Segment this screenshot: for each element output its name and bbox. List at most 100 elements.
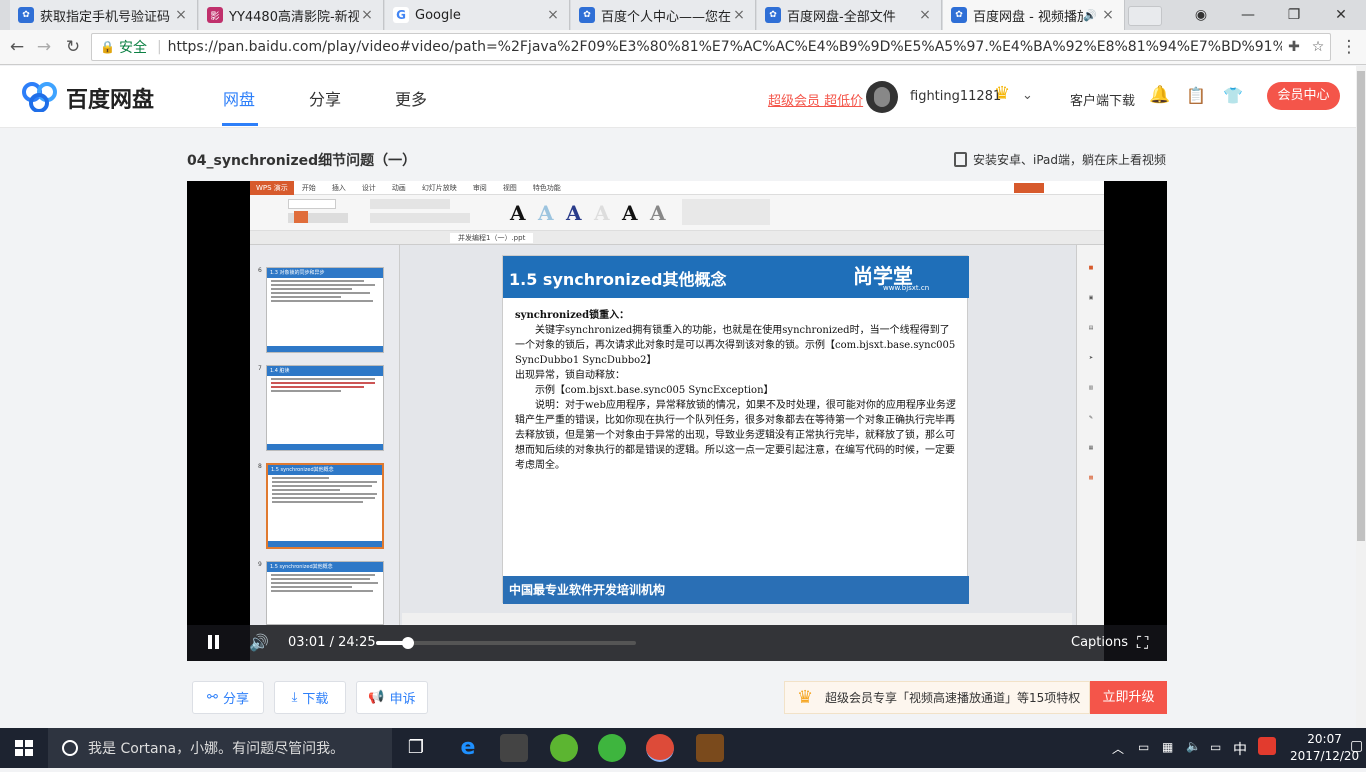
audio-playing-icon[interactable]: 🔊: [1083, 9, 1097, 22]
app-icon[interactable]: [550, 734, 578, 762]
duration: 24:25: [338, 635, 376, 650]
close-window-button[interactable]: ✕: [1318, 0, 1364, 30]
vip-promo-bar: ♛ 超级会员专享「视频高速播放通道」等15项特权: [784, 681, 1090, 714]
pause-button[interactable]: [205, 635, 221, 651]
crown-icon: ♛: [797, 687, 814, 708]
mobile-hint[interactable]: 安装安卓、iPad端，躺在床上看视频: [954, 151, 1166, 168]
site-header: 百度网盘 网盘 分享 更多 超级会员 超低价 fighting11281 ♛ ⌄…: [0, 66, 1356, 128]
profile-icon[interactable]: ◉: [1178, 0, 1224, 30]
slide-thumbnail-pane: 6 1.3 对象锁的同步和异步 7 1.4 脏读 8 1.5 synchroni…: [250, 245, 400, 625]
nav-active-indicator: [222, 123, 258, 126]
wps-title-bar: WPS 演示 开始 插入 设计 动画 幻灯片放映 审阅 视图 特色功能: [250, 181, 1104, 195]
browser-tab[interactable]: 影 YY4480高清影院-新视 ×: [199, 0, 384, 30]
close-icon[interactable]: ×: [1100, 7, 1116, 23]
chevron-down-icon[interactable]: ⌄: [1022, 88, 1033, 103]
vip-promo-link[interactable]: 超级会员 超低价: [768, 90, 863, 109]
back-icon[interactable]: ←: [4, 34, 30, 60]
close-icon[interactable]: ×: [917, 7, 933, 23]
url-text[interactable]: https://pan.baidu.com/play/video#video/p…: [168, 39, 1282, 55]
store-icon[interactable]: [500, 734, 528, 762]
username[interactable]: fighting11281: [910, 89, 1001, 104]
scrollbar-thumb[interactable]: [1357, 71, 1365, 541]
nav-share[interactable]: 分享: [309, 86, 341, 110]
video-controls: 🔊 03:01 / 24:25 Captions ⛶: [187, 625, 1167, 661]
browser-tab[interactable]: ✿ 百度个人中心——您在 ×: [571, 0, 756, 30]
shirt-icon[interactable]: 👕: [1223, 86, 1243, 105]
client-download-link[interactable]: 客户端下载: [1070, 90, 1135, 109]
network-icon[interactable]: ▭: [1138, 740, 1149, 754]
bell-icon[interactable]: 🔔: [1149, 85, 1170, 105]
vip-center-button[interactable]: 会员中心: [1267, 82, 1340, 110]
sogou-icon[interactable]: [1258, 737, 1276, 755]
baidu-paw-icon: ✿: [579, 7, 595, 23]
restore-button[interactable]: ❐: [1271, 0, 1317, 30]
captions-button[interactable]: Captions: [1071, 635, 1128, 650]
minimize-button[interactable]: —: [1225, 0, 1271, 30]
task-view-icon[interactable]: ❐: [402, 734, 430, 762]
reload-icon[interactable]: ↻: [60, 34, 86, 60]
nav-netdisk[interactable]: 网盘: [223, 86, 255, 110]
browser-tab-active[interactable]: ✿ 百度网盘 - 视频播放 🔊 ×: [943, 0, 1125, 30]
menu-icon[interactable]: ⋮: [1336, 34, 1362, 60]
video-player[interactable]: WPS 演示 开始 插入 设计 动画 幻灯片放映 审阅 视图 特色功能 A A …: [187, 181, 1167, 661]
slide-body: synchronized锁重入： 关键字synchronized拥有锁重入的功能…: [515, 310, 956, 471]
ime-indicator[interactable]: 中: [1233, 739, 1247, 759]
video-frame: WPS 演示 开始 插入 设计 动画 幻灯片放映 审阅 视图 特色功能 A A …: [250, 181, 1104, 661]
browser-tab[interactable]: G Google ×: [385, 0, 570, 30]
progress-bar[interactable]: [376, 637, 636, 649]
volume-icon[interactable]: 🔊: [249, 633, 269, 652]
chrome-icon[interactable]: [646, 734, 674, 762]
logo-text[interactable]: 百度网盘: [66, 82, 154, 114]
extension-icon[interactable]: ✚: [1282, 39, 1306, 55]
browser-tab[interactable]: ✿ 获取指定手机号验证码 ×: [10, 0, 198, 30]
bookmark-star-icon[interactable]: ☆: [1306, 39, 1330, 55]
slide-canvas: 1.5 synchronized其他概念 尚学堂 www.bjsxt.cn sy…: [502, 255, 969, 604]
browser-tab[interactable]: ✿ 百度网盘-全部文件 ×: [757, 0, 942, 30]
clipboard-icon[interactable]: 📋: [1186, 86, 1206, 105]
yy-icon: 影: [207, 7, 223, 23]
phone-icon: [954, 152, 967, 167]
tray-chevron-icon[interactable]: ︿: [1112, 740, 1124, 757]
baidu-netdisk-icon: ✿: [951, 7, 967, 23]
slide-logo-url: www.bjsxt.cn: [883, 284, 930, 292]
fullscreen-icon[interactable]: ⛶: [1137, 633, 1148, 653]
edge-icon[interactable]: e: [454, 734, 482, 762]
close-icon[interactable]: ×: [731, 7, 747, 23]
time-display: 03:01 / 24:25: [288, 635, 376, 650]
address-bar-row: ← → ↻ 🔒 安全 | https://pan.baidu.com/play/…: [0, 30, 1366, 65]
slide-thumb-selected: 1.5 synchronized其他概念: [266, 463, 384, 549]
close-icon[interactable]: ×: [359, 7, 375, 23]
slide-thumb: 1.3 对象锁的同步和异步: [266, 267, 384, 353]
keyboard-icon[interactable]: ▦: [1162, 740, 1173, 754]
wechat-icon[interactable]: [598, 734, 626, 762]
cortana-search-box[interactable]: 我是 Cortana，小娜。有问题尽管问我。: [48, 728, 392, 768]
slide-thumb: 1.4 脏读: [266, 365, 384, 451]
clock[interactable]: 20:07 2017/12/20: [1290, 731, 1359, 765]
new-tab-button[interactable]: [1128, 6, 1162, 26]
windows-taskbar: 我是 Cortana，小娜。有问题尽管问我。 ❐ e ︿ ▭ ▦ 🔈 ▭ 中 2…: [0, 728, 1366, 768]
baidu-netdisk-logo-icon[interactable]: [20, 82, 60, 113]
share-button[interactable]: ⚯ 分享: [192, 681, 264, 714]
current-time: 03:01: [288, 635, 326, 650]
nav-more[interactable]: 更多: [395, 86, 427, 110]
forward-icon[interactable]: →: [31, 34, 57, 60]
windows-start-button[interactable]: [0, 728, 48, 768]
baidu-netdisk-icon: ✿: [765, 7, 781, 23]
baidu-paw-icon: ✿: [18, 7, 34, 23]
battery-icon[interactable]: ▭: [1210, 740, 1221, 754]
page-scrollbar[interactable]: [1356, 66, 1366, 728]
close-icon[interactable]: ×: [545, 7, 561, 23]
game-app-icon[interactable]: [696, 734, 724, 762]
progress-knob[interactable]: [401, 637, 414, 649]
omnibox[interactable]: 🔒 安全 | https://pan.baidu.com/play/video#…: [91, 33, 1331, 61]
avatar[interactable]: [866, 81, 898, 113]
volume-tray-icon[interactable]: 🔈: [1186, 739, 1201, 753]
report-button[interactable]: 📢 申诉: [356, 681, 428, 714]
slide-title: 1.5 synchronized其他概念: [509, 270, 727, 289]
download-button[interactable]: ⤓ 下载: [274, 681, 346, 714]
close-icon[interactable]: ×: [173, 7, 189, 23]
notification-icon[interactable]: ▢: [1350, 738, 1363, 754]
upgrade-button[interactable]: 立即升级: [1090, 681, 1167, 714]
slide-thumb: 1.5 synchronized其他概念: [266, 561, 384, 625]
share-icon: ⚯: [207, 690, 218, 705]
